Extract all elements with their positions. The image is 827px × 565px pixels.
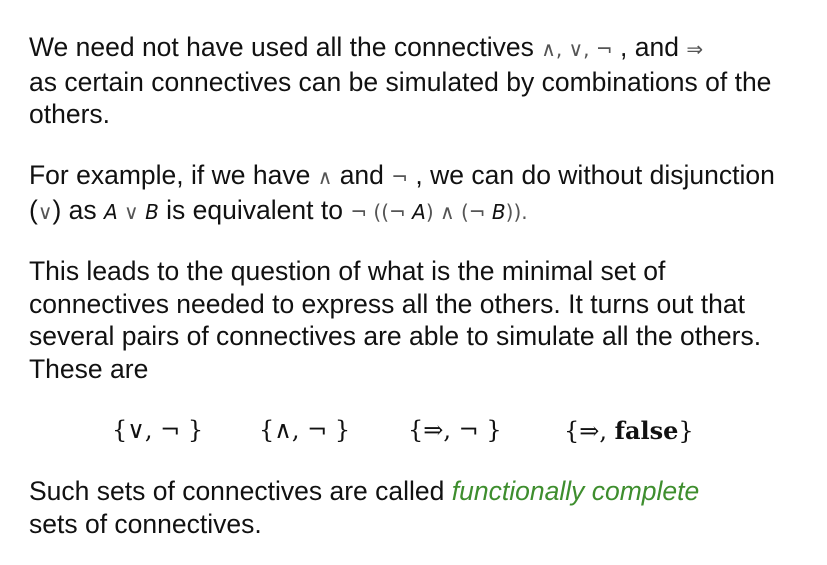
- false-constant: false: [614, 416, 679, 445]
- formula-part: ¬ ((¬: [350, 199, 413, 224]
- or-symbol: ∨: [117, 199, 146, 224]
- text: ) as: [52, 194, 105, 225]
- text: and: [332, 160, 392, 190]
- text: For example, if we have: [29, 160, 318, 190]
- highlighted-term: functionally complete: [451, 476, 700, 506]
- formula-part: )).: [505, 199, 528, 224]
- set-suffix: }: [678, 417, 694, 445]
- set-implies-false: {⇒, false}: [564, 416, 694, 445]
- math-variable: A: [412, 199, 426, 224]
- paragraph-example: For example, if we have ∧ and ¬ , we can…: [29, 159, 809, 228]
- text: as certain connectives can be simulated …: [29, 66, 772, 130]
- paragraph-functionally-complete: Such sets of connectives are called func…: [29, 475, 809, 540]
- paragraph-minimal-set: This leads to the question of what is th…: [29, 256, 762, 384]
- formula-part: ) ∧ (¬: [425, 199, 492, 224]
- text: We need not have used all the connective…: [29, 32, 542, 62]
- set-and-not: {∧, ¬ }: [259, 416, 351, 444]
- set-or-not: {∨, ¬ }: [112, 416, 204, 444]
- set-implies-not: {⇒, ¬ }: [408, 416, 502, 444]
- paragraph-connectives: We need not have used all the connective…: [29, 31, 809, 131]
- connective-symbols: ∧, ∨, ¬: [541, 37, 613, 61]
- text: Such sets of connectives are called: [29, 476, 452, 506]
- text: , and: [612, 32, 687, 62]
- set-prefix: {⇒,: [564, 417, 615, 445]
- text: sets of connectives.: [29, 508, 262, 539]
- math-variable: B: [145, 199, 159, 224]
- or-symbol: ∨: [37, 199, 53, 224]
- math-variable: A: [104, 199, 118, 224]
- implies-symbol: ⇒: [686, 37, 704, 61]
- text: is equivalent to: [158, 194, 351, 225]
- slide: We need not have used all the connective…: [0, 0, 827, 565]
- math-variable: B: [491, 199, 506, 224]
- and-symbol: ∧: [317, 165, 333, 189]
- not-symbol: ¬: [391, 165, 409, 189]
